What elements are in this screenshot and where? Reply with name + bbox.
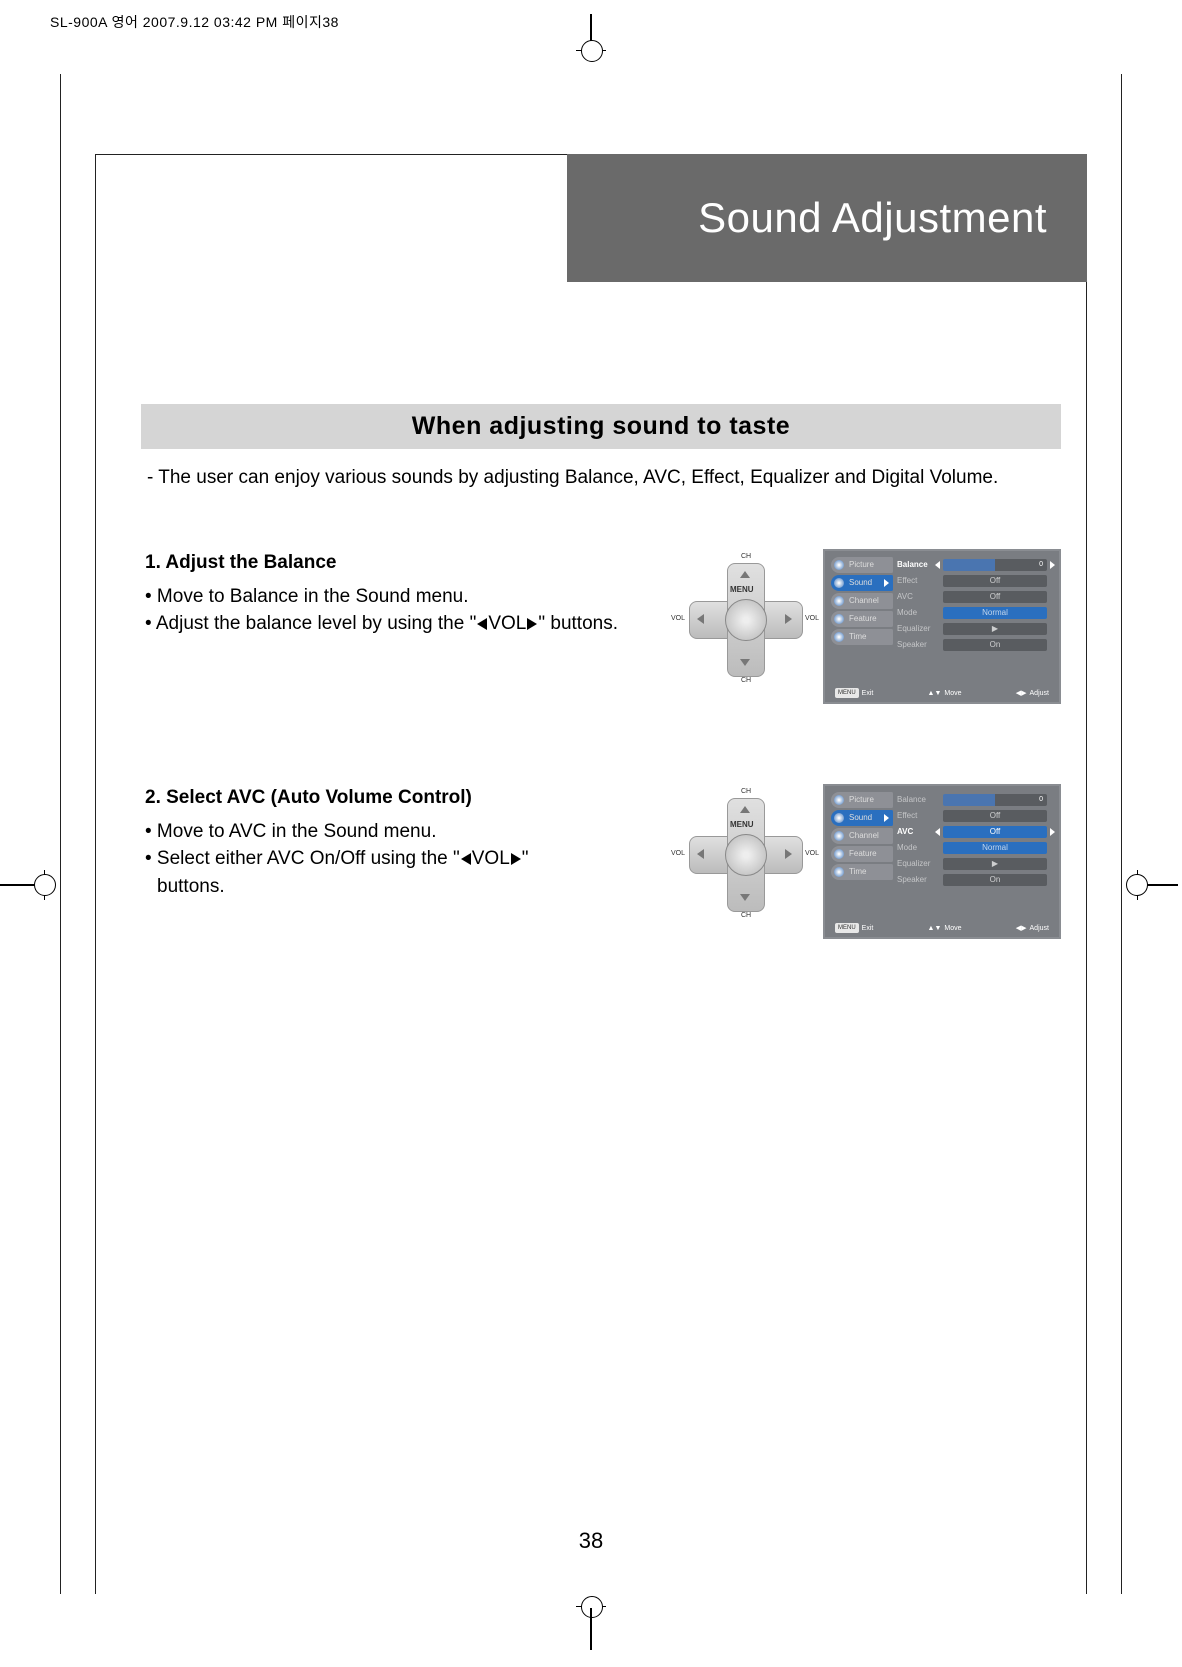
- step-2: 2. Select AVC (Auto Volume Control) • Mo…: [141, 784, 1061, 939]
- intro-text: - The user can enjoy various sounds by a…: [141, 467, 1061, 489]
- osd-tab-channel: Channel: [831, 828, 893, 844]
- osd-tab-channel: Channel: [831, 593, 893, 609]
- osd-row-equalizer: Equalizer▶: [897, 621, 1047, 636]
- step-2-heading: 2. Select AVC (Auto Volume Control): [145, 784, 665, 812]
- osd-row-speaker: SpeakerOn: [897, 637, 1047, 652]
- osd-row-avc: AVCOff: [897, 824, 1047, 839]
- osd-screenshot-2: Picture Sound Channel Feature Time Balan…: [823, 784, 1061, 939]
- menu-button-icon: [725, 834, 767, 876]
- triangle-left-icon: [461, 853, 471, 865]
- step-1-heading: 1. Adjust the Balance: [145, 549, 665, 577]
- crop-mark-right: [1132, 868, 1182, 870]
- osd-row-avc: AVCOff: [897, 589, 1047, 604]
- step-1: 1. Adjust the Balance • Move to Balance …: [141, 549, 1061, 704]
- osd-row-balance: Balance0: [897, 557, 1047, 572]
- osd-screenshot-1: Picture Sound Channel Feature Time Balan…: [823, 549, 1061, 704]
- osd-tab-time: Time: [831, 864, 893, 880]
- step-2-bullet-3: buttons.: [145, 873, 665, 901]
- osd-row-mode: ModeNormal: [897, 605, 1047, 620]
- osd-tab-sound: Sound: [831, 810, 893, 826]
- osd-tab-time: Time: [831, 629, 893, 645]
- page-outer-frame: Sound Adjustment When adjusting sound to…: [60, 74, 1122, 1594]
- osd-row-speaker: SpeakerOn: [897, 872, 1047, 887]
- step-2-bullet-1: • Move to AVC in the Sound menu.: [145, 818, 665, 846]
- osd-tab-picture: Picture: [831, 557, 893, 573]
- osd-row-equalizer: Equalizer▶: [897, 856, 1047, 871]
- osd-row-mode: ModeNormal: [897, 840, 1047, 855]
- osd-tab-picture: Picture: [831, 792, 893, 808]
- step-2-bullet-2: • Select either AVC On/Off using the "VO…: [145, 845, 665, 873]
- osd-row-balance: Balance0: [897, 792, 1047, 807]
- osd-tab-feature: Feature: [831, 611, 893, 627]
- osd-tab-feature: Feature: [831, 846, 893, 862]
- triangle-right-icon: [527, 618, 537, 630]
- osd-row-effect: EffectOff: [897, 808, 1047, 823]
- remote-dpad: MENU CH CH VOL VOL: [685, 794, 805, 914]
- crop-mark-left: [0, 868, 50, 870]
- crop-mark-top: [0, 14, 1182, 64]
- page-number: 38: [61, 1528, 1121, 1554]
- step-1-bullet-2: • Adjust the balance level by using the …: [145, 610, 665, 638]
- crop-mark-bottom: [0, 1584, 1182, 1654]
- section-header: When adjusting sound to taste: [141, 404, 1061, 449]
- page-title: Sound Adjustment: [567, 154, 1087, 282]
- osd-row-effect: EffectOff: [897, 573, 1047, 588]
- menu-button-icon: [725, 599, 767, 641]
- step-1-bullet-1: • Move to Balance in the Sound menu.: [145, 583, 665, 611]
- remote-dpad: MENU CH CH VOL VOL: [685, 559, 805, 679]
- triangle-left-icon: [477, 618, 487, 630]
- osd-tab-sound: Sound: [831, 575, 893, 591]
- triangle-right-icon: [511, 853, 521, 865]
